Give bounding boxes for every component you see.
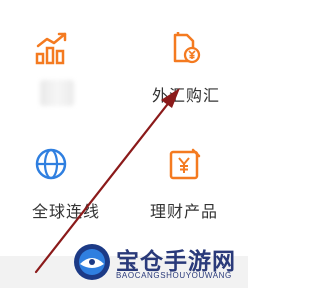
watermark-logo-icon [74, 244, 110, 280]
service-label-global: 全球连线 [31, 202, 100, 221]
wealth-product-icon [169, 148, 201, 180]
service-item-forex[interactable]: 外汇购汇 [124, 0, 248, 110]
blurred-label [40, 80, 74, 106]
watermark-subtitle: BAOCANGSHOUYOUWANG [116, 271, 232, 280]
service-label-forex: 外汇购汇 [151, 86, 220, 105]
watermark: 宝仓手游网 BAOCANGSHOUYOUWANG [70, 240, 248, 288]
service-label-wealth: 理财产品 [149, 202, 218, 221]
service-item-global[interactable]: 全球连线 [0, 118, 124, 228]
service-item-blurred[interactable] [0, 0, 124, 110]
bar-chart-icon [35, 32, 67, 65]
service-grid: 外汇购汇 全球连线 理财产品 [0, 0, 248, 260]
globe-icon [35, 148, 67, 180]
service-item-wealth[interactable]: 理财产品 [124, 118, 248, 228]
document-yuan-icon [173, 32, 201, 64]
